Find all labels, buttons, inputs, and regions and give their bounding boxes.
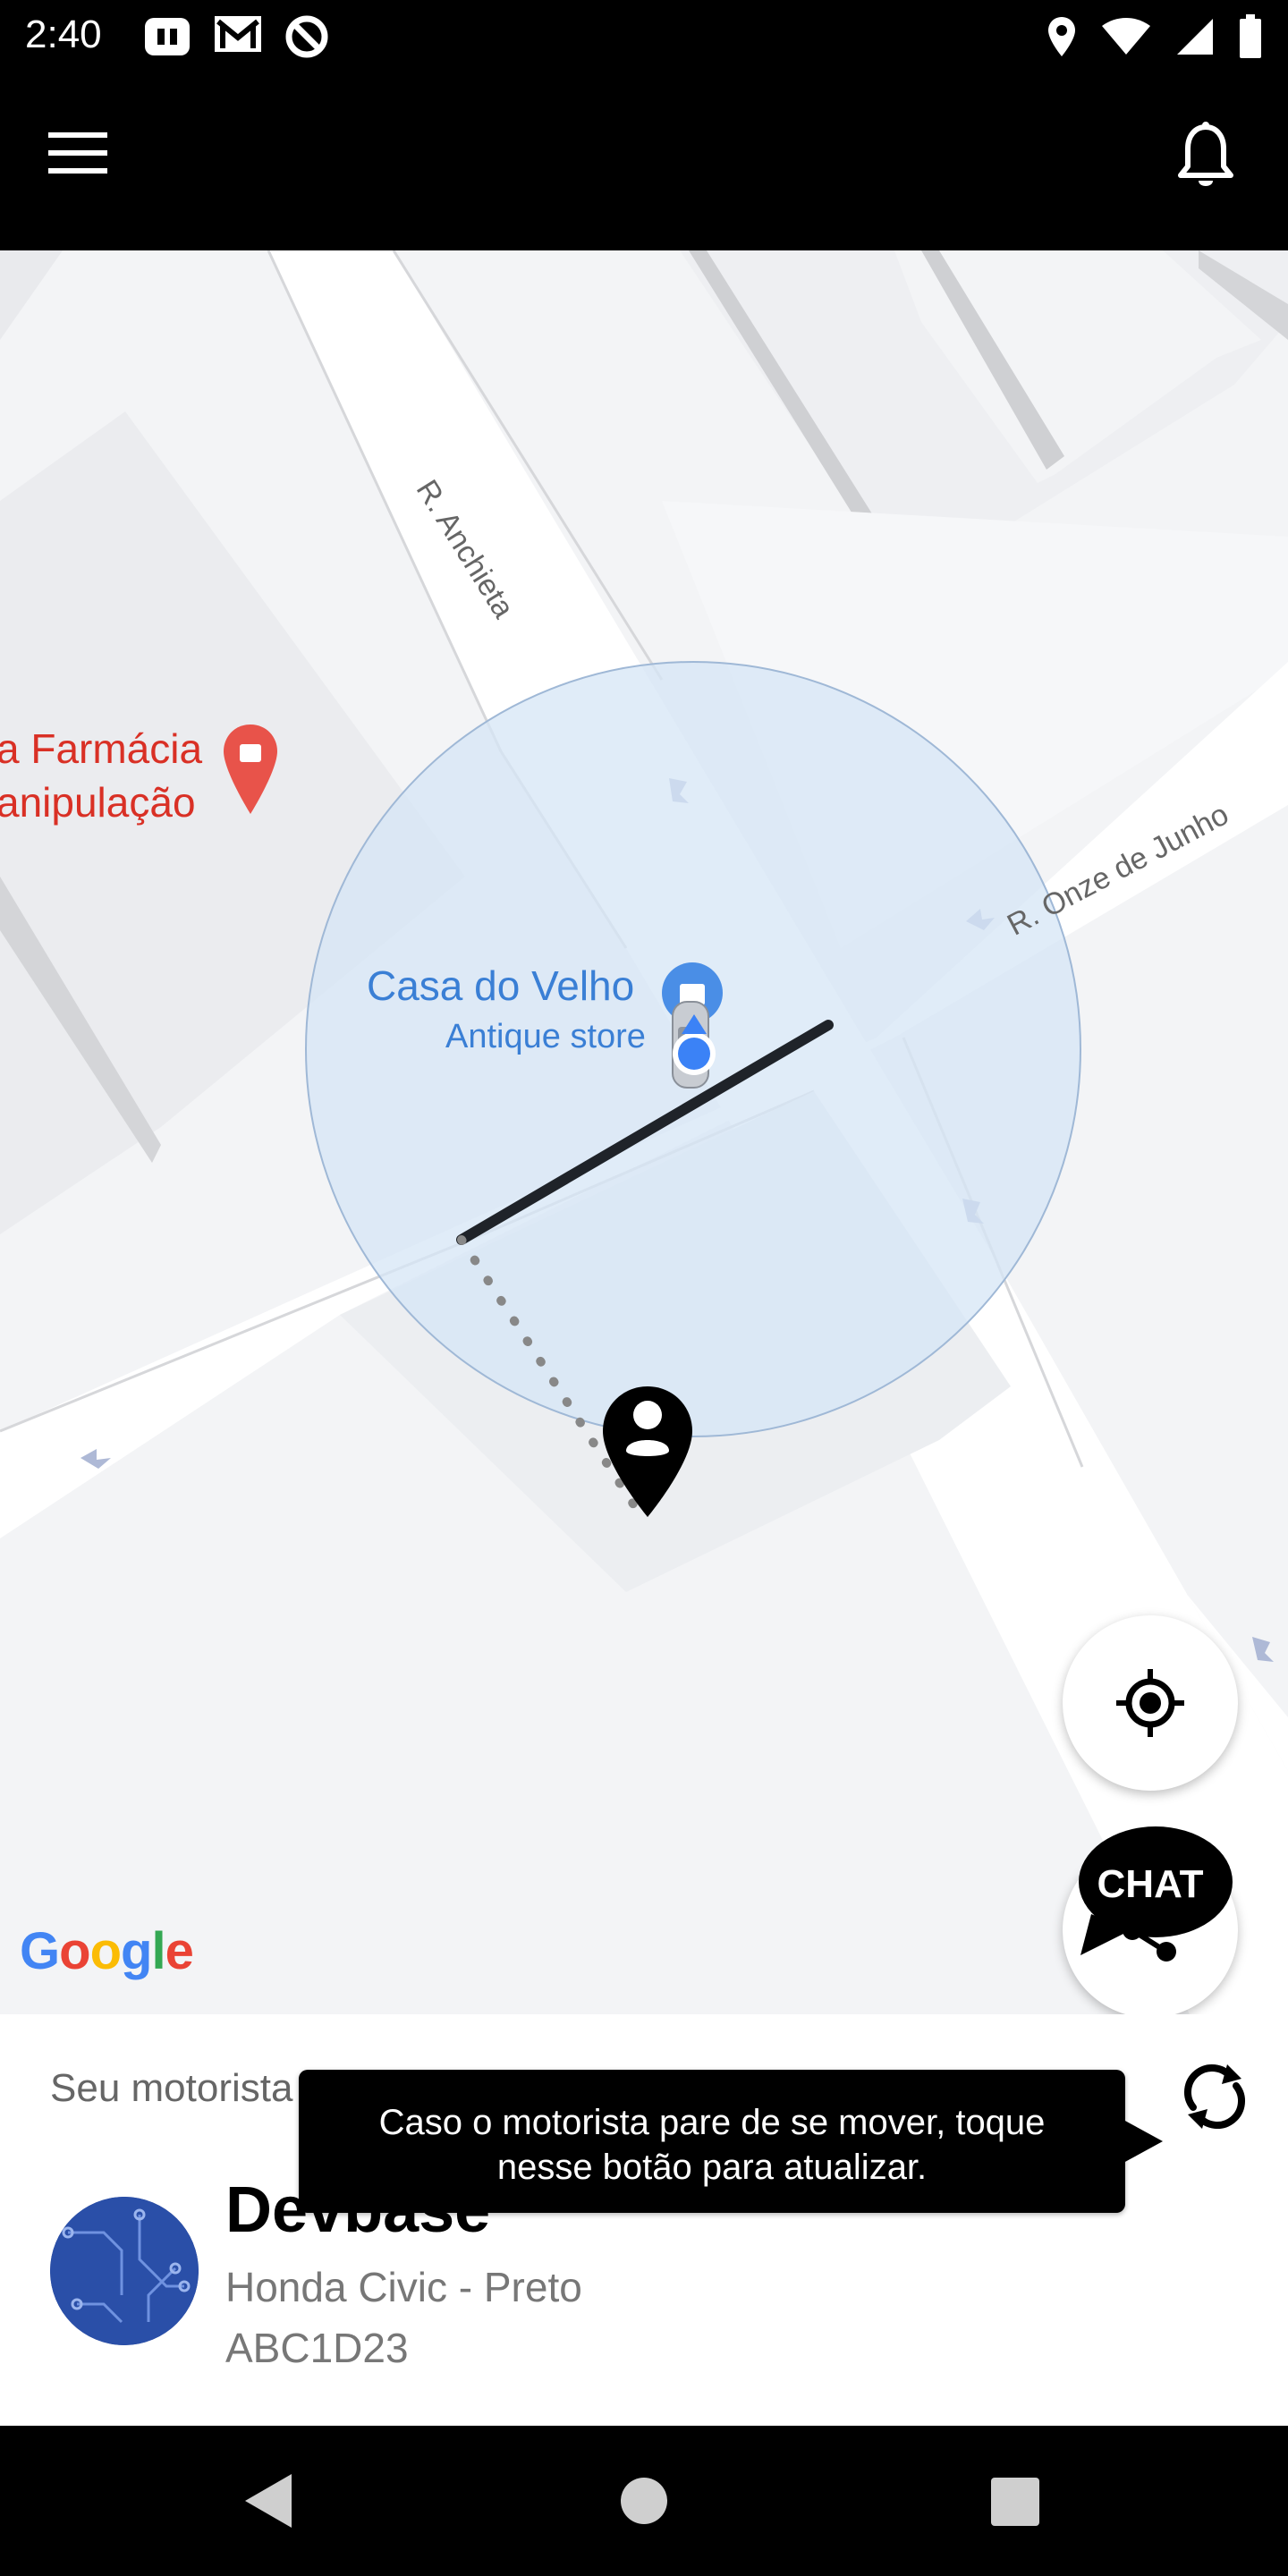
back-button[interactable]: [243, 2472, 293, 2529]
status-system-icons: [1046, 14, 1263, 59]
poi-casa-do-velho-type: Antique store: [445, 1018, 646, 1055]
poi-farmacia-line2: anipulação: [0, 779, 196, 826]
status-bar: 2:40: [0, 0, 1288, 75]
menu-button[interactable]: [47, 131, 118, 193]
my-location-icon: [1116, 1669, 1184, 1737]
recents-button[interactable]: [991, 2478, 1039, 2526]
battery-icon: [1240, 14, 1261, 58]
status-notification-icons: [143, 14, 329, 59]
refresh-icon: [1184, 2064, 1245, 2129]
tooltip-arrow: [1123, 2120, 1163, 2163]
app-notification-icon: [145, 18, 190, 55]
poi-casa-do-velho-name[interactable]: Casa do Velho: [367, 962, 634, 1010]
menu-icon: [48, 132, 107, 174]
driver-plate: ABC1D23: [225, 2325, 409, 2371]
circuit-avatar-icon: [50, 2197, 199, 2345]
panel-label: Seu motorista: [50, 2066, 293, 2110]
status-time: 2:40: [25, 13, 102, 56]
map-view[interactable]: R. Anchieta R. Onze de Junho a Farmácia …: [0, 250, 1288, 2014]
driver-name: Devbase: [225, 2174, 491, 2246]
data-saver-icon: [285, 15, 328, 58]
gmail-icon: [215, 16, 261, 52]
signal-icon: [1177, 19, 1213, 55]
back-icon: [245, 2474, 292, 2528]
google-logo: Google: [20, 1922, 194, 1980]
system-nav-bar: [0, 2426, 1288, 2576]
chat-label: CHAT: [1097, 1862, 1204, 1906]
location-icon: [1048, 17, 1075, 56]
poi-farmacia-line1: a Farmácia: [0, 725, 203, 772]
wifi-icon: [1102, 18, 1150, 55]
home-button[interactable]: [621, 2478, 667, 2524]
app-bar: [0, 75, 1288, 250]
bell-icon: [1178, 122, 1233, 186]
driver-avatar: [50, 2197, 199, 2345]
notifications-button[interactable]: [1177, 122, 1249, 202]
driver-car: Honda Civic - Preto: [225, 2264, 582, 2310]
my-location-button[interactable]: [1063, 1615, 1238, 1791]
poi-farmacia[interactable]: a Farmácia anipulação: [0, 722, 202, 829]
refresh-button[interactable]: [1172, 2054, 1258, 2140]
driver-panel: Seu motorista Caso o motorista pare de s…: [0, 2014, 1288, 2426]
